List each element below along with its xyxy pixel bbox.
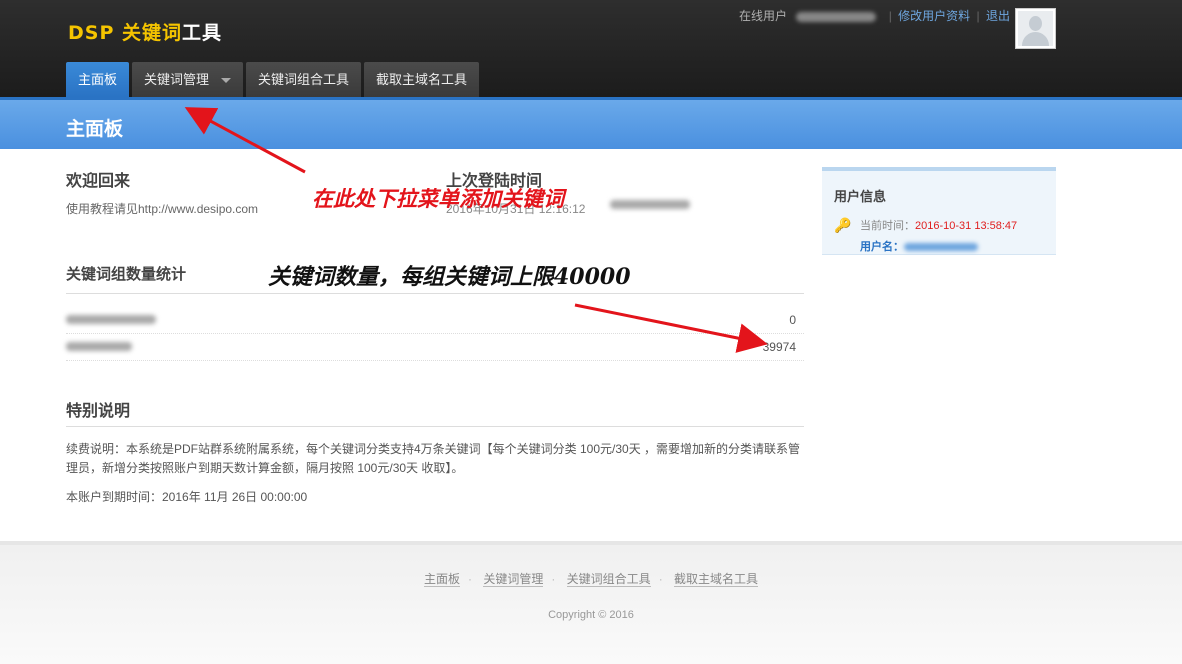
tab-keyword-management-label: 关键词管理 <box>144 72 210 87</box>
current-time-value: 2016-10-31 13:58:47 <box>915 220 1018 232</box>
avatar[interactable] <box>1015 8 1056 49</box>
stats-row-1-count: 0 <box>789 313 796 327</box>
stats-divider <box>66 293 804 294</box>
copyright: Copyright © 2016 <box>548 609 634 621</box>
tutorial-text: 使用教程请见http://www.desipo.com <box>66 202 259 216</box>
page-title-bar: 主面板 <box>0 97 1182 149</box>
avatar-placeholder-icon <box>1018 11 1053 46</box>
logo-dsp: DSP <box>68 22 115 44</box>
stats-row-2-count: 39974 <box>762 340 796 354</box>
notes-divider <box>66 426 804 427</box>
footer-link-dashboard[interactable]: 主面板 <box>423 572 460 587</box>
tab-keyword-combination-tool[interactable]: 关键词组合工具 <box>246 62 362 97</box>
stats-row-1-name-redacted <box>66 315 156 324</box>
footer: 主面板 · 关键词管理 · 关键词组合工具 · 截取主域名工具 Copyright ©… <box>0 541 1182 664</box>
annotation-count-hint: 关键词数量，每组关键词上限40000 <box>268 264 631 290</box>
annotation-dropdown-hint: 在此处下拉菜单添加关键词 <box>312 186 564 211</box>
user-info-panel: 用户信息 🔑 当前时间：2016-10-31 13:58:47 用户名： <box>822 167 1056 255</box>
footer-link-keyword-combination-tool[interactable]: 关键词组合工具 <box>566 572 651 587</box>
online-user-label: 在线用户 <box>738 9 787 23</box>
notes-title: 特别说明 <box>66 403 131 420</box>
caret-down-icon <box>221 78 232 84</box>
logo-tool: 工具 <box>182 22 223 44</box>
main-nav: 主面板 关键词管理 关键词组合工具 截取主域名工具 <box>66 62 480 97</box>
edit-profile-link[interactable]: 修改用户资料 <box>898 9 970 23</box>
top-header: DSP 关键词工具 在线用户 | 修改用户资料 | 退出 主面板 关键词管理 关… <box>0 0 1182 97</box>
logout-link[interactable]: 退出 <box>986 9 1010 23</box>
app-logo[interactable]: DSP 关键词工具 <box>68 18 222 45</box>
page-title: 主面板 <box>66 119 124 140</box>
footer-link-keyword-management[interactable]: 关键词管理 <box>483 572 544 587</box>
tab-keyword-management[interactable]: 关键词管理 <box>132 62 244 97</box>
current-time-row: 当前时间：2016-10-31 13:58:47 <box>860 217 1017 233</box>
online-username-redacted <box>796 11 877 22</box>
footer-links: 主面板 · 关键词管理 · 关键词组合工具 · 截取主域名工具 <box>423 572 759 587</box>
stats-row-2-name-redacted <box>66 342 132 351</box>
username-label: 用户名： <box>860 241 904 253</box>
renewal-note: 续费说明：本系统是PDF站群系统附属系统，每个关键词分类支持4万条关键词【每个关… <box>66 442 801 475</box>
key-icon: 🔑 <box>834 217 852 233</box>
tab-dashboard[interactable]: 主面板 <box>66 62 130 97</box>
current-time-label: 当前时间： <box>860 220 915 232</box>
stats-title: 关键词组数量统计 <box>66 266 187 283</box>
stats-row-divider <box>66 333 804 334</box>
stats-row-divider <box>66 360 804 361</box>
last-login-redacted <box>610 200 690 209</box>
welcome-title: 欢迎回来 <box>66 173 131 190</box>
tab-domain-extract-tool[interactable]: 截取主域名工具 <box>364 62 480 97</box>
logo-keyword: 关键词 <box>122 22 183 44</box>
expiry-note: 本账户到期时间：2016年 11月 26日 00:00:00 <box>66 490 308 504</box>
user-bar: 在线用户 | 修改用户资料 | 退出 <box>738 9 1010 23</box>
footer-link-domain-extract-tool[interactable]: 截取主域名工具 <box>674 572 759 587</box>
notes-content: 续费说明：本系统是PDF站群系统附属系统，每个关键词分类支持4万条关键词【每个关… <box>66 440 806 507</box>
user-info-title: 用户信息 <box>834 189 887 204</box>
username-row: 用户名： <box>860 238 978 254</box>
username-redacted <box>904 243 978 252</box>
